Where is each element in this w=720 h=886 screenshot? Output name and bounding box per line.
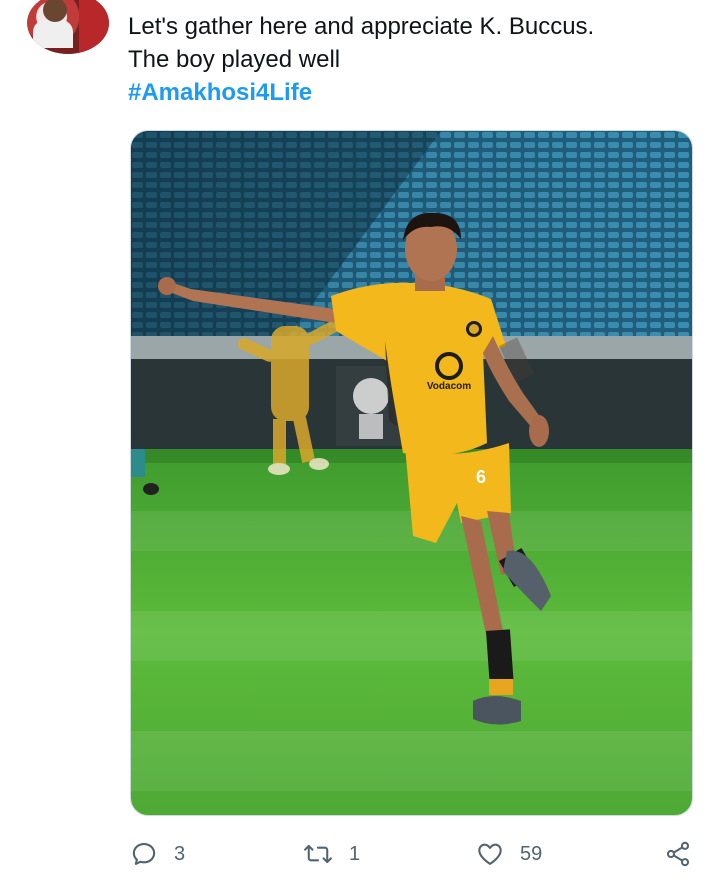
- retweet-icon: [304, 844, 332, 864]
- tweet-text: Let's gather here and appreciate K. Bucc…: [128, 10, 688, 109]
- tweet-photo[interactable]: 6 Vodacom: [130, 130, 693, 816]
- photo-illustration: 6 Vodacom: [131, 131, 692, 815]
- avatar-face: [43, 0, 67, 22]
- cropped-username-emojis: [245, 0, 465, 2]
- retweet-button[interactable]: 1: [303, 832, 360, 876]
- hashtag-link[interactable]: #Amakhosi4Life: [128, 76, 688, 109]
- avatar-shirt: [33, 20, 73, 48]
- like-button[interactable]: 59: [476, 832, 542, 876]
- tweet-action-bar: 3 1 59: [0, 832, 720, 876]
- share-button[interactable]: [664, 832, 692, 876]
- jersey-number: 6: [476, 467, 486, 487]
- share-icon: [666, 841, 690, 867]
- avatar-bg: [79, 0, 109, 54]
- sponsor-text: Vodacom: [427, 381, 471, 392]
- reply-count: 3: [174, 842, 186, 865]
- reply-icon: [132, 843, 156, 865]
- like-icon: [478, 843, 502, 865]
- tweet-text-line-1: Let's gather here and appreciate K. Bucc…: [128, 13, 595, 40]
- tweet-text-line-2: The boy played well: [128, 46, 341, 73]
- retweet-count: 1: [349, 842, 361, 865]
- like-count: 59: [520, 842, 543, 865]
- reply-button[interactable]: 3: [130, 832, 185, 876]
- avatar[interactable]: [27, 0, 109, 54]
